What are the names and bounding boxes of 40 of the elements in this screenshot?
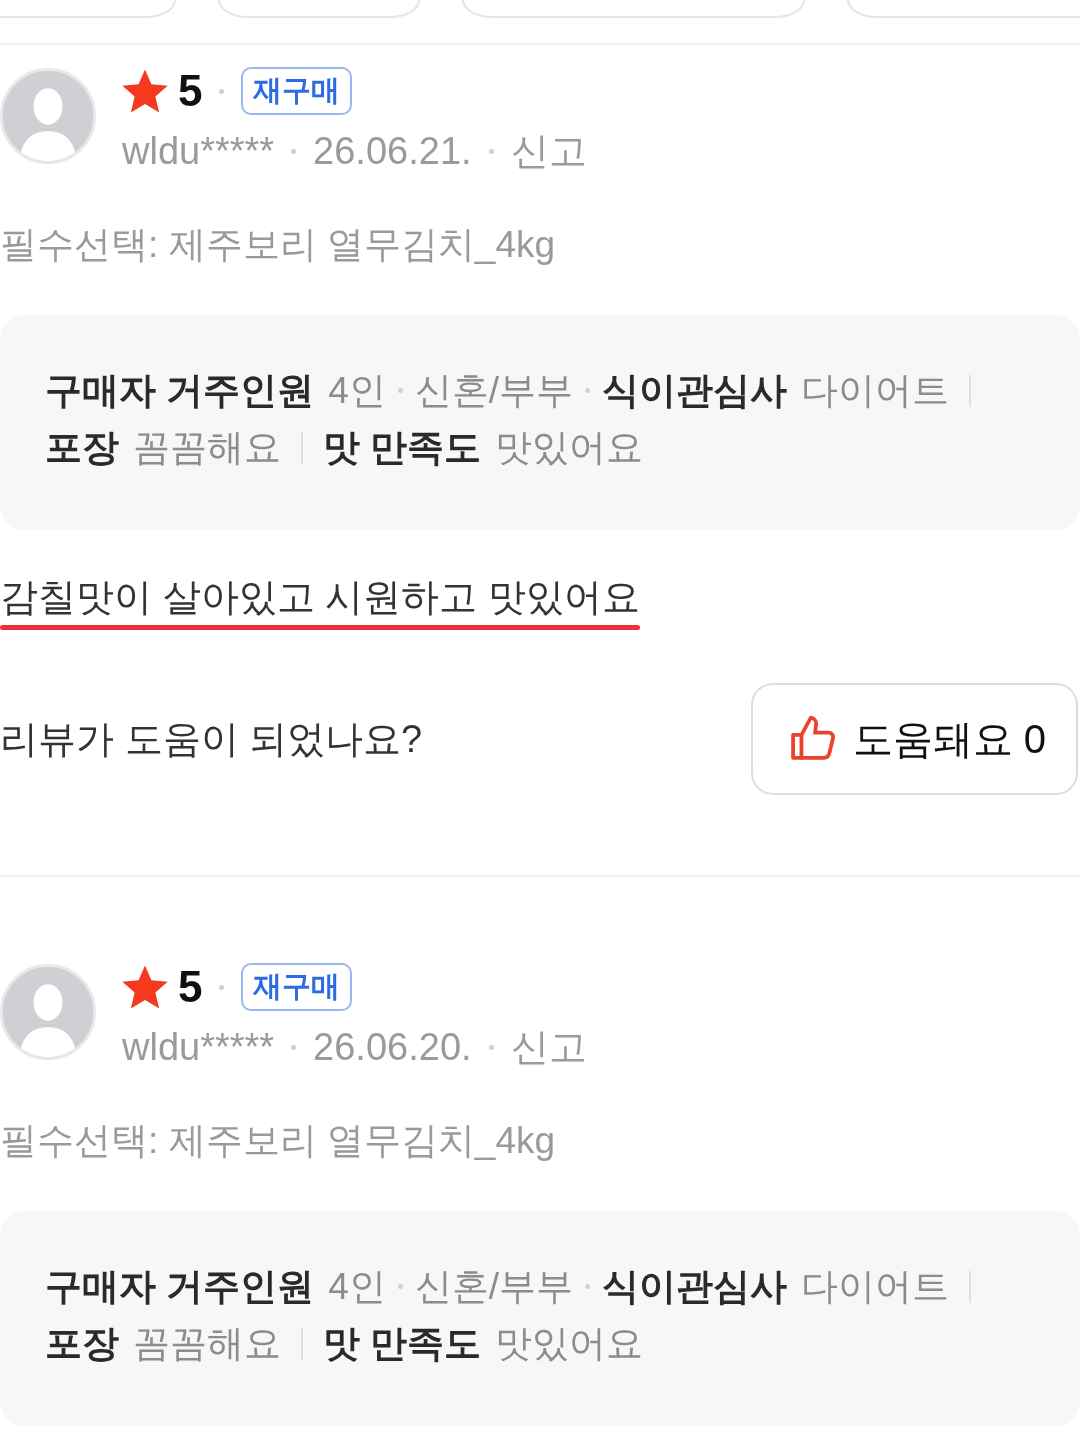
survey-value: 맛있어요 <box>495 1321 644 1366</box>
survey-label: 식이관심사 <box>602 368 788 413</box>
survey-value: 다이어트 <box>801 368 950 413</box>
review-text: 감칠맛이 살아있고 시원하고 맛있어요 <box>0 575 640 620</box>
survey-label: 포장 <box>45 425 119 470</box>
helpful-question: 리뷰가 도움이 되었나요? <box>0 716 423 762</box>
survey-label: 구매자 거주인원 <box>45 1264 315 1309</box>
survey-value: 신혼/부부 <box>414 368 574 413</box>
option-text: 필수선택: 제주보리 열무김치_4kg <box>0 223 557 267</box>
thumbs-up-icon <box>790 716 837 762</box>
star-icon <box>122 69 168 113</box>
report-link[interactable]: 신고 <box>510 125 587 177</box>
option-text: 필수선택: 제주보리 열무김치_4kg <box>0 1119 557 1163</box>
rating-value: 5 <box>178 67 203 115</box>
survey-value: 다이어트 <box>801 1264 950 1309</box>
survey-value: 꼼꼼해요 <box>133 1321 281 1366</box>
survey-label: 포장 <box>45 1321 119 1366</box>
user-name: wldu***** <box>122 129 275 173</box>
survey-value: 꼼꼼해요 <box>133 425 281 470</box>
survey-label: 맛 만족도 <box>323 1321 482 1366</box>
report-link[interactable]: 신고 <box>510 1021 587 1073</box>
user-name: wldu***** <box>122 1025 275 1069</box>
filter-chip[interactable] <box>218 0 420 18</box>
helpful-button[interactable]: 도움돼요 0 <box>750 683 1078 795</box>
star-icon <box>122 965 168 1009</box>
filter-chip[interactable] <box>0 0 176 18</box>
survey-value: 4인 <box>328 1264 386 1309</box>
review-date: 26.06.21. <box>313 129 472 173</box>
survey-label: 식이관심사 <box>602 1264 788 1309</box>
survey-value: 4인 <box>328 368 386 413</box>
rating-value: 5 <box>178 963 203 1011</box>
repurchase-badge: 재구매 <box>241 67 353 115</box>
filter-chip[interactable] <box>462 0 805 18</box>
survey-label: 구매자 거주인원 <box>45 368 315 413</box>
survey-label: 맛 만족도 <box>323 425 482 470</box>
survey-value: 신혼/부부 <box>414 1264 574 1309</box>
repurchase-badge: 재구매 <box>241 963 353 1011</box>
survey-value: 맛있어요 <box>495 425 644 470</box>
review-date: 26.06.20. <box>313 1025 472 1069</box>
filter-chip[interactable] <box>847 0 1080 18</box>
